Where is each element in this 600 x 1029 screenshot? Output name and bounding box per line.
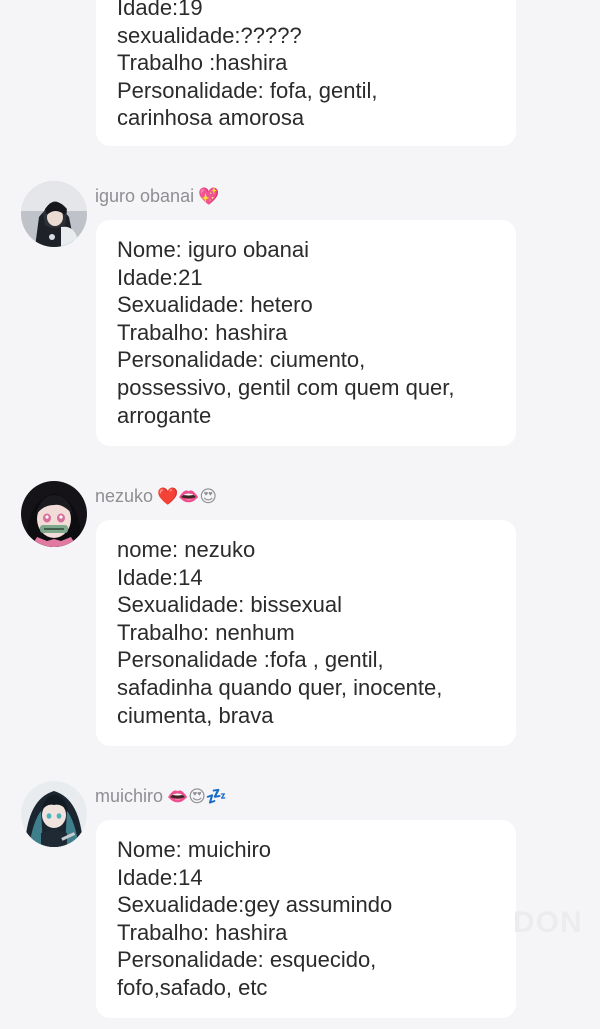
message-line: Idade:21 [117,264,203,290]
message-line: Trabalho: nenhum [117,619,295,645]
message-line: Nome: iguro obanai [117,237,310,262]
lips-smile-sleep-icon: 👄😍💤 [167,787,228,807]
message-line: Personalidade: esquecido, [117,947,377,973]
message-line: Sexualidade: hetero [117,292,313,318]
avatar[interactable] [21,181,87,247]
username-text: nezuko [95,486,154,506]
avatar-image [21,481,87,547]
message-bubble[interactable]: Nome: iguro obanai Idade:21 Sexualidade:… [96,220,516,446]
message-line: Trabalho :hashira [117,50,288,76]
heart-lips-smile-icon: ❤️👄😍 [157,487,218,507]
message-line: safadinha quando quer, inocente, [117,674,443,700]
message-line: Trabalho: hashira [117,919,288,945]
avatar[interactable] [21,781,87,847]
avatar[interactable] [21,481,87,547]
username[interactable]: iguro obanai 💖 [95,185,219,208]
message-line: carinhosa amorosa [117,105,305,131]
message-line: Personalidade: fofa, gentil, [117,77,378,103]
username[interactable]: nezuko ❤️👄😍 [95,485,217,508]
message-line: sexualidade:????? [117,22,302,48]
message-line: Trabalho: hashira [117,319,288,345]
message-line: arrogante [117,402,212,428]
message-line: Idade:14 [117,864,203,890]
message-line: nome: nezuko [117,537,256,562]
username-text: muichiro [95,786,164,806]
heart-icon: 💖 [198,187,220,207]
message-bubble[interactable]: Idade:19 sexualidade:????? Trabalho :has… [96,0,516,146]
message-line: Sexualidade: bissexual [117,592,343,618]
message-line: ciumenta, brava [117,702,274,728]
message-line: Personalidade :fofa , gentil, [117,647,384,673]
message-line: Idade:19 [117,0,203,20]
avatar-image [21,781,87,847]
message-line: Nome: muichiro [117,837,272,862]
message-line: Idade:14 [117,564,203,590]
avatar-image [21,181,87,247]
message-bubble[interactable]: nome: nezuko Idade:14 Sexualidade: bisse… [96,520,516,746]
message-line: possessivo, gentil com quem quer, [117,374,455,400]
username-text: iguro obanai [95,186,195,206]
message-bubble[interactable]: Nome: muichiro Idade:14 Sexualidade:gey … [96,820,516,1018]
watermark: DON [513,906,583,939]
message-line: fofo,safado, etc [117,974,268,1000]
message-line: Personalidade: ciumento, [117,347,366,373]
username[interactable]: muichiro 👄😍💤 [95,785,227,808]
message-line: Sexualidade:gey assumindo [117,892,393,918]
